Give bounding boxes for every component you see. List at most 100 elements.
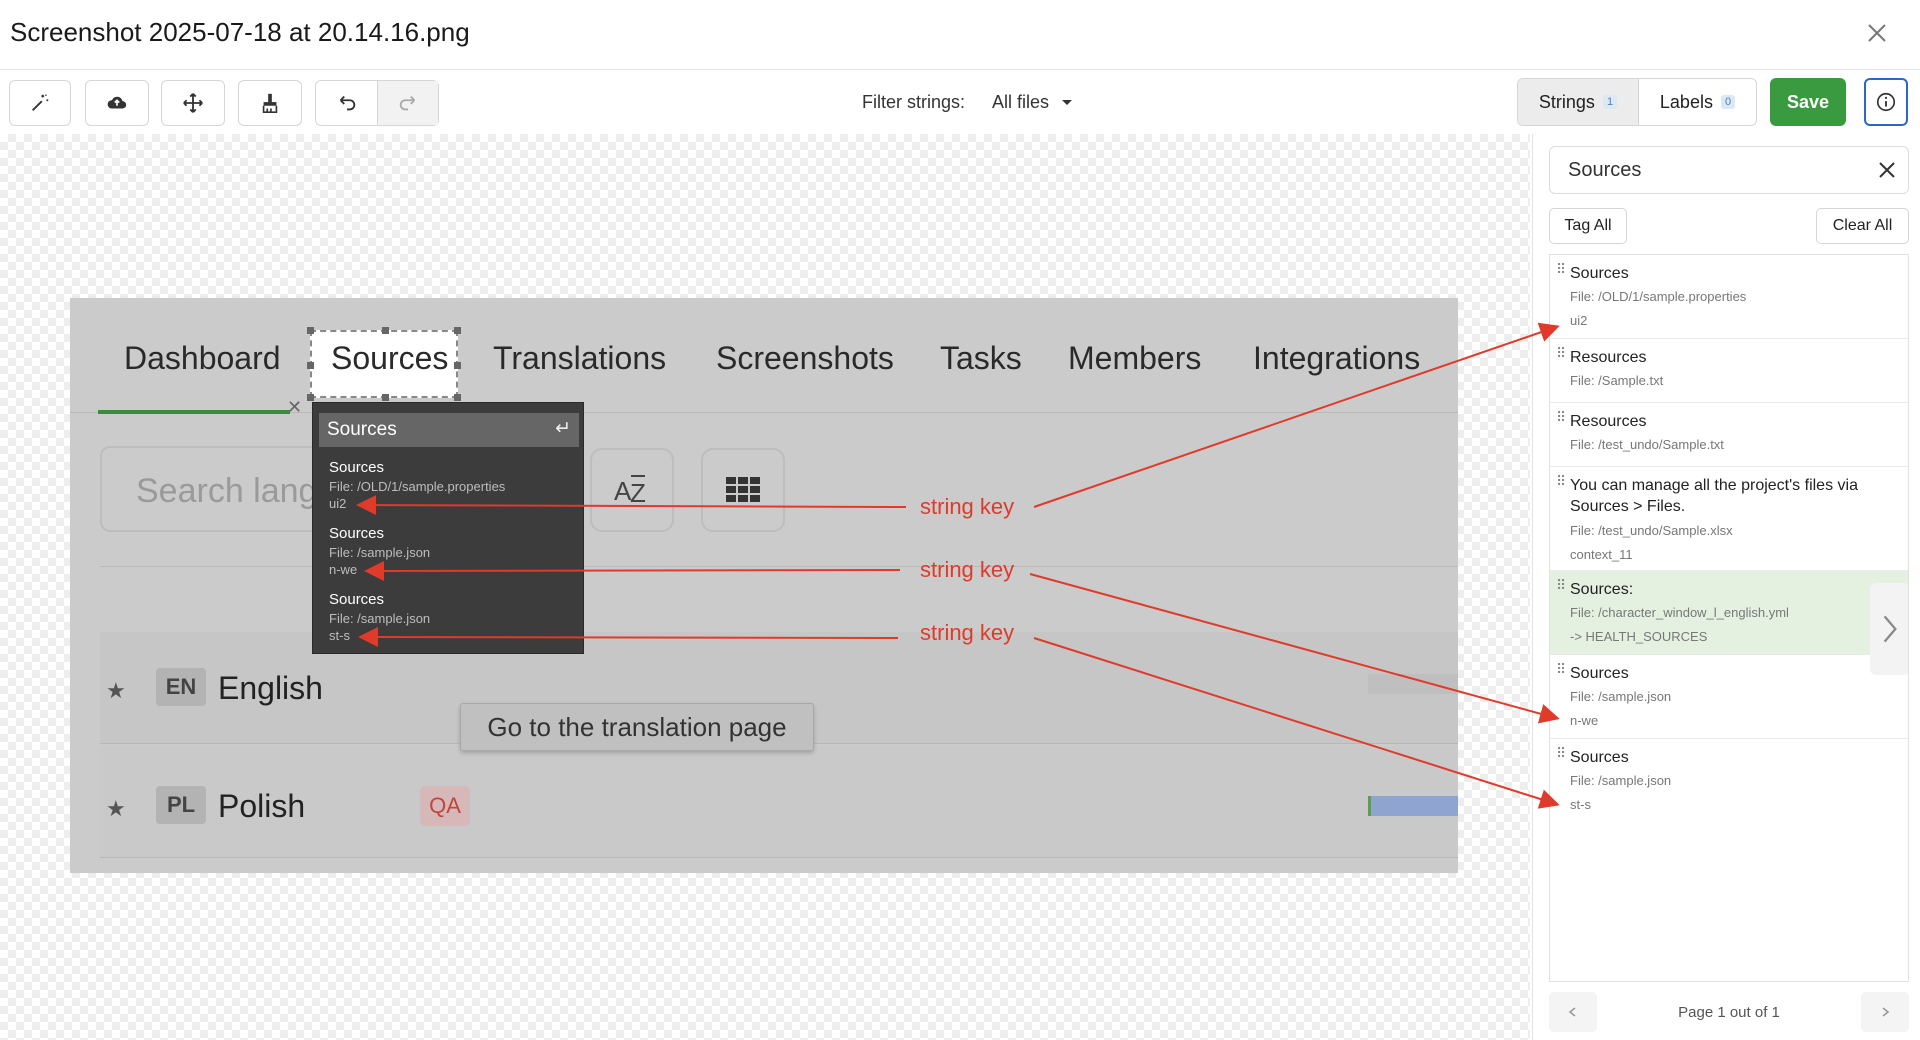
resize-handle[interactable] [307,327,314,334]
filter-label: Filter strings: [862,92,966,112]
enter-icon: ↵ [555,418,571,439]
toolbar: Filter strings: All files Strings 1 Labe… [0,70,1920,134]
tag-all-button[interactable]: Tag All [1549,208,1627,244]
string-list: ⠿ Sources File: /OLD/1/sample.properties… [1549,254,1909,982]
panel-search-field[interactable]: Sources [1549,146,1909,194]
chevron-right-icon [1882,1007,1890,1017]
redo-button[interactable] [378,81,438,125]
drag-handle-icon[interactable]: ⠿ [1556,261,1566,278]
tab-screenshots: Screenshots [716,340,894,376]
string-file: File: /test_undo/Sample.xlsx [1570,523,1733,538]
close-icon[interactable] [1862,18,1892,48]
magic-wand-icon [32,94,49,111]
drag-handle-icon[interactable]: ⠿ [1556,473,1566,490]
undo-redo-group [315,80,439,126]
panel-search-value: Sources [1568,159,1642,181]
string-file: File: /sample.json [1570,773,1672,788]
tab-tasks: Tasks [940,340,1022,376]
next-string-button[interactable] [1870,583,1908,675]
upload-button[interactable] [85,80,149,126]
close-icon[interactable]: ✕ [287,397,302,418]
resize-handle[interactable] [454,362,461,369]
list-item[interactable]: ⠿ Resources File: /test_undo/Sample.txt [1550,403,1908,467]
clear-all-button[interactable]: Clear All [1816,208,1909,244]
info-button[interactable] [1864,78,1908,126]
editor-canvas[interactable]: Dashboard Sources Translations Screensho… [0,134,1530,1040]
undo-button[interactable] [316,81,378,125]
string-file: File: /Sample.txt [1570,373,1664,388]
string-key: st-s [1570,797,1591,812]
list-item[interactable]: ⠿ Resources File: /Sample.txt [1550,339,1908,403]
string-text: Sources [1570,749,1629,766]
save-button[interactable]: Save [1770,78,1846,126]
popup-item[interactable]: Sources File: /OLD/1/sample.properties u… [329,459,505,511]
resize-handle[interactable] [454,394,461,401]
string-tag-popup[interactable]: Sources ↵ Sources File: /OLD/1/sample.pr… [312,402,584,654]
cloud-upload-icon [107,96,127,109]
annotation-label: string key [920,557,1015,582]
annotation-label: string key [920,494,1015,519]
strings-count-badge: 1 [1602,95,1618,109]
close-icon[interactable] [1874,157,1900,183]
screenshot-image: Dashboard Sources Translations Screensho… [70,298,1458,873]
qa-badge: QA [420,786,470,826]
drag-handle-icon[interactable]: ⠿ [1556,409,1566,426]
popup-item[interactable]: Sources File: /sample.json n-we [329,525,430,577]
string-file: File: /sample.json [1570,689,1672,704]
popup-item[interactable]: Sources File: /sample.json st-s [329,591,430,643]
tab-strings-label: Strings [1538,91,1595,112]
language-code: EN [156,668,206,706]
string-file: File: /OLD/1/sample.properties [1570,289,1747,304]
window-title: Screenshot 2025-07-18 at 20.14.16.png [10,17,470,47]
drag-handle-icon[interactable]: ⠿ [1556,577,1566,594]
resize-handle[interactable] [382,327,389,334]
info-icon [1876,92,1896,112]
tab-labels[interactable]: Labels 0 [1639,79,1756,125]
annotation-label: string key [920,620,1015,645]
list-item[interactable]: ⠿ Sources File: /sample.json n-we [1550,655,1908,739]
pagination: Page 1 out of 1 [1549,992,1909,1032]
labels-count-badge: 0 [1720,95,1736,109]
app-nav: Dashboard Sources Translations Screensho… [70,298,1458,417]
resize-handle[interactable] [307,394,314,401]
strings-panel: Sources Tag All Clear All ⠿ Sources File… [1532,134,1920,1040]
string-text: Resources [1570,349,1647,366]
drag-handle-icon[interactable]: ⠿ [1556,745,1566,762]
popup-item-name: Sources [329,525,385,542]
list-item-selected[interactable]: ⠿ Sources: File: /character_window_l_eng… [1550,571,1908,655]
magic-wand-button[interactable] [9,80,71,126]
sort-button: A Z [590,448,674,532]
string-text: You can manage all the project's files v… [1570,477,1858,515]
popup-item-file: File: /sample.json [329,611,431,626]
move-icon [183,93,203,113]
resize-handle[interactable] [454,327,461,334]
progress-bar [1368,796,1458,816]
grid-view-button [701,448,785,532]
brush-icon [262,93,278,113]
grid-view-icon [726,477,760,502]
language-code: PL [156,786,206,824]
drag-handle-icon[interactable]: ⠿ [1556,661,1566,678]
brush-button[interactable] [238,80,302,126]
language-row: ★ PL Polish QA [100,746,1458,858]
strings-labels-toggle: Strings 1 Labels 0 [1517,78,1757,126]
popup-item-name: Sources [329,459,385,476]
tab-strings[interactable]: Strings 1 [1518,79,1639,125]
resize-handle[interactable] [382,394,389,401]
drag-handle-icon[interactable]: ⠿ [1556,345,1566,362]
chevron-down-icon[interactable] [1062,100,1072,105]
language-name: Polish [218,788,306,824]
popup-item-key: ui2 [329,496,347,511]
list-item[interactable]: ⠿ Sources File: /OLD/1/sample.properties… [1550,255,1908,339]
list-item[interactable]: ⠿ You can manage all the project's files… [1550,467,1908,571]
string-text: Sources [1570,665,1629,682]
divider [100,566,1458,567]
list-item[interactable]: ⠿ Sources File: /sample.json st-s [1550,739,1908,823]
tab-labels-label: Labels [1659,91,1713,112]
filter-strings: Filter strings: All files [862,92,1072,113]
title-bar: Screenshot 2025-07-18 at 20.14.16.png [0,0,1920,70]
move-button[interactable] [161,80,225,126]
filter-select[interactable]: All files [992,92,1049,113]
next-page-button[interactable] [1861,992,1909,1032]
resize-handle[interactable] [307,362,314,369]
